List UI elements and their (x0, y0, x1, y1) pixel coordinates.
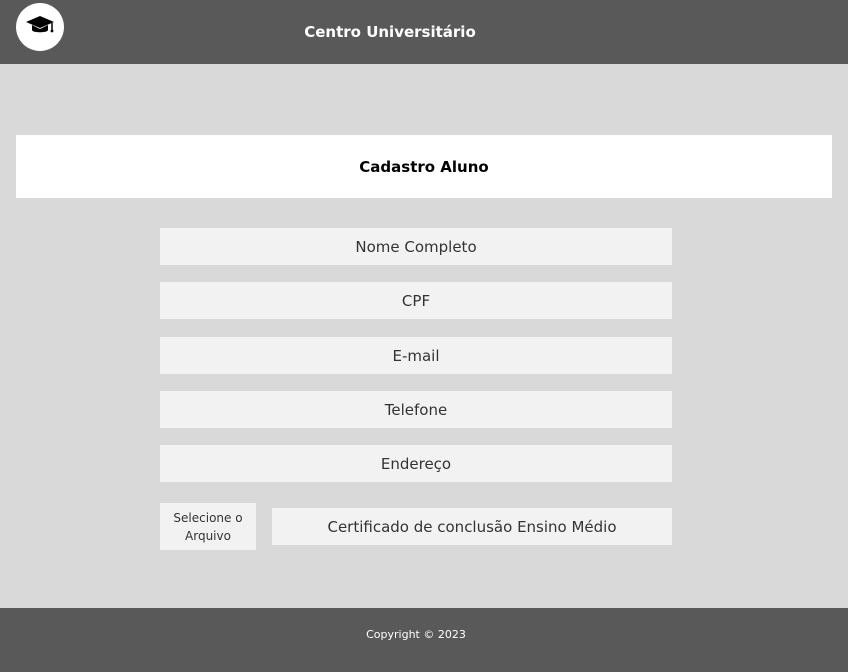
top-header: Centro Universitário (0, 0, 848, 64)
certificate-field[interactable]: Certificado de conclusão Ensino Médio (272, 508, 672, 545)
copyright-text: Copyright © 2023 (366, 628, 466, 641)
page-title: Cadastro Aluno (16, 135, 832, 198)
header-title: Centro Universitário (304, 23, 476, 41)
address-field[interactable]: Endereço (160, 445, 672, 482)
cpf-field[interactable]: CPF (160, 282, 672, 319)
select-file-button[interactable]: Selecione o Arquivo (160, 503, 256, 550)
footer: Copyright © 2023 (0, 608, 848, 672)
phone-field[interactable]: Telefone (160, 391, 672, 428)
email-field[interactable]: E-mail (160, 337, 672, 374)
name-field[interactable]: Nome Completo (160, 228, 672, 265)
